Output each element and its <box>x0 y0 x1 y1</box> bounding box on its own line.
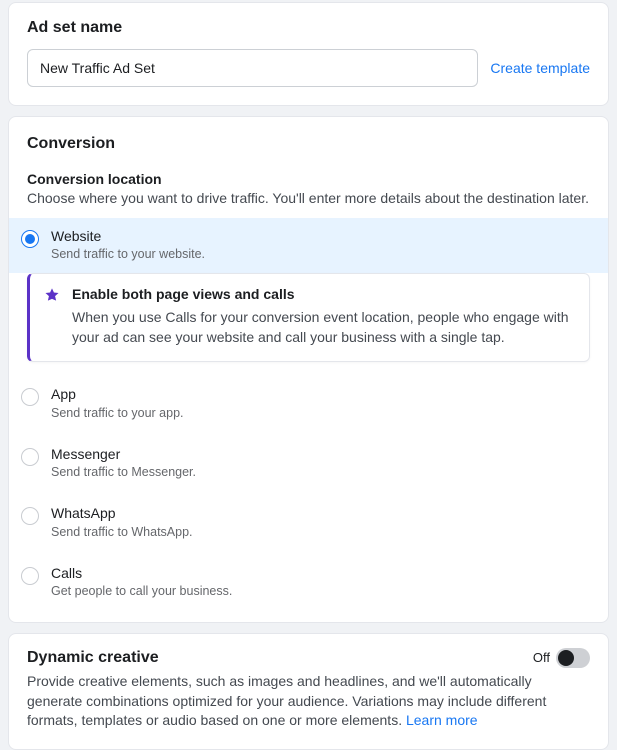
option-desc: Send traffic to Messenger. <box>51 464 590 481</box>
option-desc: Send traffic to WhatsApp. <box>51 524 590 541</box>
conversion-location-title: Conversion location <box>27 171 590 187</box>
ad-set-name-input[interactable] <box>27 49 478 87</box>
toggle-knob-icon <box>558 650 574 666</box>
dynamic-creative-toggle-state: Off <box>533 650 550 665</box>
option-title: App <box>51 386 590 404</box>
radio-icon <box>21 507 39 525</box>
ad-set-name-section: Ad set name Create template <box>8 2 609 106</box>
radio-icon <box>21 230 39 248</box>
star-icon <box>44 287 62 306</box>
option-title: Calls <box>51 565 590 583</box>
learn-more-link[interactable]: Learn more <box>406 712 478 728</box>
conversion-option-calls[interactable]: Calls Get people to call your business. <box>9 553 608 612</box>
option-title: Messenger <box>51 446 590 464</box>
conversion-location-desc: Choose where you want to drive traffic. … <box>27 189 590 208</box>
radio-icon <box>21 388 39 406</box>
enable-calls-callout: Enable both page views and calls When yo… <box>27 273 590 362</box>
conversion-option-app[interactable]: App Send traffic to your app. <box>9 374 608 433</box>
conversion-option-messenger[interactable]: Messenger Send traffic to Messenger. <box>9 434 608 493</box>
option-title: Website <box>51 228 590 246</box>
conversion-title: Conversion <box>27 135 590 153</box>
option-desc: Send traffic to your website. <box>51 246 590 263</box>
option-desc: Get people to call your business. <box>51 583 590 600</box>
conversion-option-whatsapp[interactable]: WhatsApp Send traffic to WhatsApp. <box>9 493 608 552</box>
dynamic-creative-title: Dynamic creative <box>27 649 159 667</box>
conversion-section: Conversion Conversion location Choose wh… <box>8 116 609 623</box>
conversion-option-website[interactable]: Website Send traffic to your website. <box>9 218 608 273</box>
ad-set-name-title: Ad set name <box>27 19 590 37</box>
option-desc: Send traffic to your app. <box>51 405 590 422</box>
dynamic-creative-section: Dynamic creative Off Provide creative el… <box>8 633 609 750</box>
radio-icon <box>21 567 39 585</box>
dynamic-creative-toggle[interactable] <box>556 648 590 668</box>
create-template-link[interactable]: Create template <box>490 60 590 76</box>
dynamic-creative-desc: Provide creative elements, such as image… <box>27 672 590 731</box>
callout-title: Enable both page views and calls <box>72 286 575 302</box>
callout-desc: When you use Calls for your conversion e… <box>72 308 575 347</box>
radio-icon <box>21 448 39 466</box>
option-title: WhatsApp <box>51 505 590 523</box>
conversion-location-options: Website Send traffic to your website. En… <box>9 218 608 612</box>
